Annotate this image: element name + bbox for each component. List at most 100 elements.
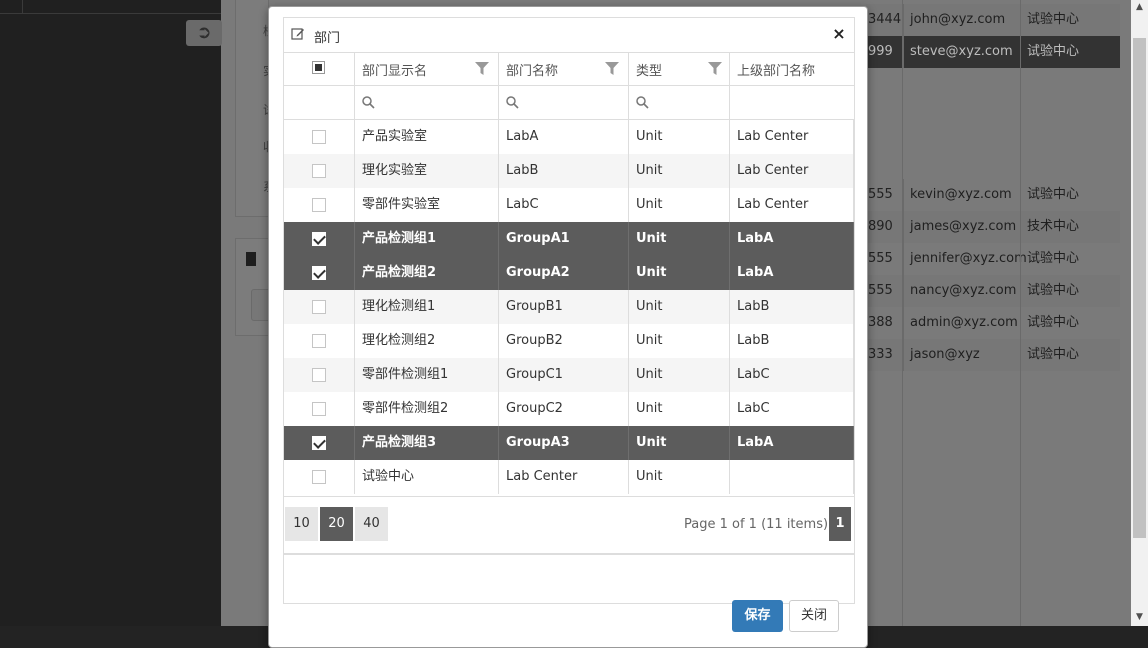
scroll-up-icon[interactable]: ▲ <box>1131 0 1148 14</box>
row-checkbox-cell[interactable] <box>284 120 355 154</box>
row-checkbox[interactable] <box>312 470 326 484</box>
row-checkbox-cell[interactable] <box>284 392 355 426</box>
filter-display-name[interactable] <box>355 86 499 119</box>
row-checkbox-cell[interactable] <box>284 222 355 256</box>
table-row[interactable]: 零部件检测组2 GroupC2 Unit LabC <box>284 392 854 426</box>
save-button[interactable]: 保存 <box>732 600 783 632</box>
table-row[interactable]: 890 james@xyz.com 技术中心 <box>866 211 1120 243</box>
parent-cell <box>730 460 854 494</box>
column-header-display-name[interactable]: 部门显示名 <box>355 52 499 85</box>
name-cell: LabB <box>499 154 629 188</box>
row-checkbox-cell[interactable] <box>284 188 355 222</box>
table-row[interactable]: 零部件实验室 LabC Unit Lab Center <box>284 188 854 222</box>
parent-cell: Lab Center <box>730 188 854 222</box>
search-icon <box>362 96 375 109</box>
row-checkbox[interactable] <box>312 300 326 314</box>
column-header-type[interactable]: 类型 <box>629 52 730 85</box>
row-checkbox-cell[interactable] <box>284 154 355 188</box>
table-row[interactable]: 理化检测组2 GroupB2 Unit LabB <box>284 324 854 358</box>
name-cell: GroupC1 <box>499 358 629 392</box>
department-dialog: 部门 × 部门显示名 部门名称 类型 上级部门名称 产品实验室 LabA Uni… <box>268 6 868 648</box>
column-header-parent[interactable]: 上级部门名称 <box>730 52 854 85</box>
edit-icon <box>291 28 304 40</box>
name-cell: GroupB1 <box>499 290 629 324</box>
scroll-down-icon[interactable]: ▼ <box>1131 610 1148 624</box>
column-header-name[interactable]: 部门名称 <box>499 52 629 85</box>
display-name-cell: 产品实验室 <box>355 120 499 154</box>
row-checkbox[interactable] <box>312 164 326 178</box>
phone-cell: 555 <box>868 251 893 266</box>
type-cell: Unit <box>629 460 730 494</box>
table-row[interactable]: 388 admin@xyz.com 试验中心 <box>866 307 1120 339</box>
name-cell: Lab Center <box>499 460 629 494</box>
vertical-scrollbar[interactable]: ▲ ▼ <box>1131 0 1148 626</box>
dept-cell: 试验中心 <box>1020 179 1127 211</box>
table-row[interactable]: 555 kevin@xyz.com 试验中心 <box>866 179 1120 211</box>
table-row[interactable]: 555 jennifer@xyz.com 试验中心 <box>866 243 1120 275</box>
display-name-cell: 零部件检测组1 <box>355 358 499 392</box>
phone-cell: 555 <box>868 187 893 202</box>
table-row[interactable]: 理化实验室 LabB Unit Lab Center <box>284 154 854 188</box>
select-all-cell[interactable] <box>284 52 355 85</box>
filter-icon[interactable] <box>605 62 619 75</box>
select-all-checkbox[interactable] <box>312 61 325 74</box>
table-row[interactable]: 零部件检测组1 GroupC1 Unit LabC <box>284 358 854 392</box>
row-checkbox[interactable] <box>312 198 326 212</box>
left-sidebar-dark <box>0 0 221 626</box>
name-cell: GroupA2 <box>499 256 629 290</box>
table-row[interactable]: 产品检测组2 GroupA2 Unit LabA <box>284 256 854 290</box>
filter-type[interactable] <box>629 86 730 119</box>
parent-cell: LabC <box>730 358 854 392</box>
close-icon[interactable]: × <box>828 22 850 46</box>
column-label: 类型 <box>636 64 663 79</box>
table-row[interactable]: 产品实验室 LabA Unit Lab Center <box>284 120 854 154</box>
table-row[interactable]: 3444 john@xyz.com 试验中心 <box>866 4 1120 36</box>
row-checkbox-cell[interactable] <box>284 460 355 494</box>
table-row[interactable]: 555 nancy@xyz.com 试验中心 <box>866 275 1120 307</box>
back-arrow-icon[interactable]: ➲ <box>186 20 222 46</box>
page-size-20[interactable]: 20 <box>320 507 353 541</box>
email-cell: jason@xyz <box>903 339 1027 371</box>
row-checkbox[interactable] <box>312 334 326 348</box>
phone-cell: 388 <box>868 315 893 330</box>
row-checkbox-cell[interactable] <box>284 256 355 290</box>
row-checkbox-cell[interactable] <box>284 358 355 392</box>
type-cell: Unit <box>629 426 730 460</box>
row-checkbox-cell[interactable] <box>284 324 355 358</box>
table-row[interactable]: 产品检测组1 GroupA1 Unit LabA <box>284 222 854 256</box>
table-row[interactable]: 试验中心 Lab Center Unit <box>284 460 854 494</box>
table-row[interactable]: 产品检测组3 GroupA3 Unit LabA <box>284 426 854 460</box>
table-row[interactable]: 999 steve@xyz.com 试验中心 <box>866 36 1120 68</box>
page-size-40[interactable]: 40 <box>355 507 388 541</box>
row-checkbox-cell[interactable] <box>284 426 355 460</box>
filter-icon[interactable] <box>708 62 722 75</box>
row-checkbox-cell[interactable] <box>284 290 355 324</box>
row-checkbox[interactable] <box>312 130 326 144</box>
type-cell: Unit <box>629 120 730 154</box>
row-checkbox[interactable] <box>312 368 326 382</box>
close-button[interactable]: 关闭 <box>789 600 839 632</box>
row-checkbox[interactable] <box>312 232 326 246</box>
filter-name[interactable] <box>499 86 629 119</box>
filter-parent[interactable] <box>730 86 854 119</box>
display-name-cell: 产品检测组2 <box>355 256 499 290</box>
email-cell: nancy@xyz.com <box>903 275 1027 307</box>
dept-cell: 试验中心 <box>1020 307 1127 339</box>
page-size-10[interactable]: 10 <box>285 507 318 541</box>
parent-cell: Lab Center <box>730 154 854 188</box>
row-checkbox[interactable] <box>312 402 326 416</box>
table-row[interactable]: 333 jason@xyz 试验中心 <box>866 339 1120 371</box>
row-checkbox[interactable] <box>312 436 326 450</box>
grid-header: 部门显示名 部门名称 类型 上级部门名称 <box>284 52 854 86</box>
row-checkbox[interactable] <box>312 266 326 280</box>
page-number-1[interactable]: 1 <box>829 507 851 541</box>
table-row[interactable]: 理化检测组1 GroupB1 Unit LabB <box>284 290 854 324</box>
scrollbar-thumb[interactable] <box>1133 38 1146 538</box>
page-info: Page 1 of 1 (11 items) <box>684 517 829 532</box>
filter-icon[interactable] <box>475 62 489 75</box>
filter-cell-empty <box>284 86 355 119</box>
column-label: 部门名称 <box>506 64 559 79</box>
type-cell: Unit <box>629 324 730 358</box>
parent-cell: LabC <box>730 392 854 426</box>
column-divider <box>902 0 903 626</box>
